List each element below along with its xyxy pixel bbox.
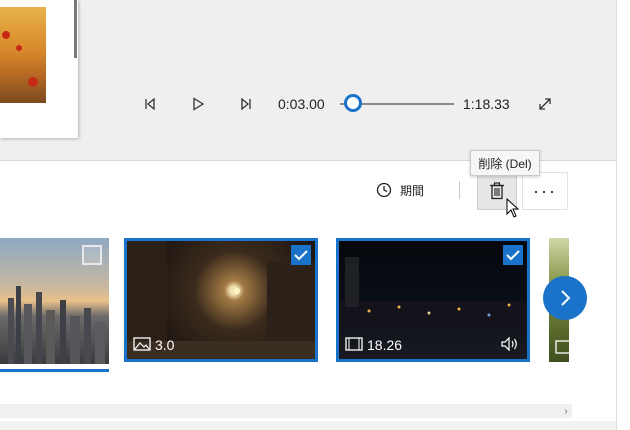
clip-select-checkbox[interactable] [82, 245, 102, 265]
current-time: 0:03.00 [278, 96, 325, 112]
total-time: 1:18.33 [463, 96, 510, 112]
clock-icon [376, 182, 392, 198]
play-icon [193, 97, 205, 111]
checkmark-icon [294, 250, 308, 261]
video-icon [555, 340, 569, 354]
clip-focus-indicator [0, 369, 109, 372]
scroll-next-button[interactable] [543, 276, 587, 320]
step-forward-icon [241, 97, 251, 111]
clip-duration: 18.26 [367, 337, 403, 353]
next-frame-button[interactable] [236, 94, 256, 114]
storyboard-clip[interactable] [0, 238, 109, 364]
step-back-icon [145, 97, 155, 111]
horizontal-scrollbar[interactable] [0, 404, 572, 418]
expand-icon [539, 98, 551, 110]
clip-select-checkbox[interactable] [291, 245, 311, 265]
delete-tooltip: 削除 (Del) [470, 150, 540, 176]
more-options-button[interactable]: ··· [522, 172, 568, 210]
volume-icon [501, 337, 517, 351]
image-icon [133, 337, 151, 351]
preview-image [0, 7, 46, 103]
checkmark-icon [506, 250, 520, 261]
preview-area: 0:03.00 1:18.33 [0, 0, 616, 160]
fullscreen-button[interactable] [535, 94, 555, 114]
scroll-right-arrow-icon[interactable]: › [560, 404, 572, 418]
video-icon [345, 337, 363, 351]
storyboard-clip[interactable]: 3.0 [124, 238, 318, 362]
trash-icon [490, 182, 504, 200]
clip-select-checkbox[interactable] [503, 245, 523, 265]
play-button[interactable] [188, 94, 208, 114]
preview-scrollbar[interactable] [74, 0, 77, 58]
seek-thumb[interactable] [344, 94, 363, 112]
duration-label: 期間 [400, 183, 425, 198]
duration-button[interactable]: 期間 [376, 180, 424, 200]
vertical-scrollbar[interactable] [616, 0, 630, 430]
toolbar-divider [459, 181, 460, 199]
mouse-cursor-icon [506, 198, 520, 218]
previous-frame-button[interactable] [140, 94, 160, 114]
preview-frame [0, 0, 78, 138]
clip-duration: 3.0 [155, 337, 175, 353]
chevron-right-icon [561, 290, 571, 306]
storyboard-clip[interactable]: 18.26 [336, 238, 530, 362]
